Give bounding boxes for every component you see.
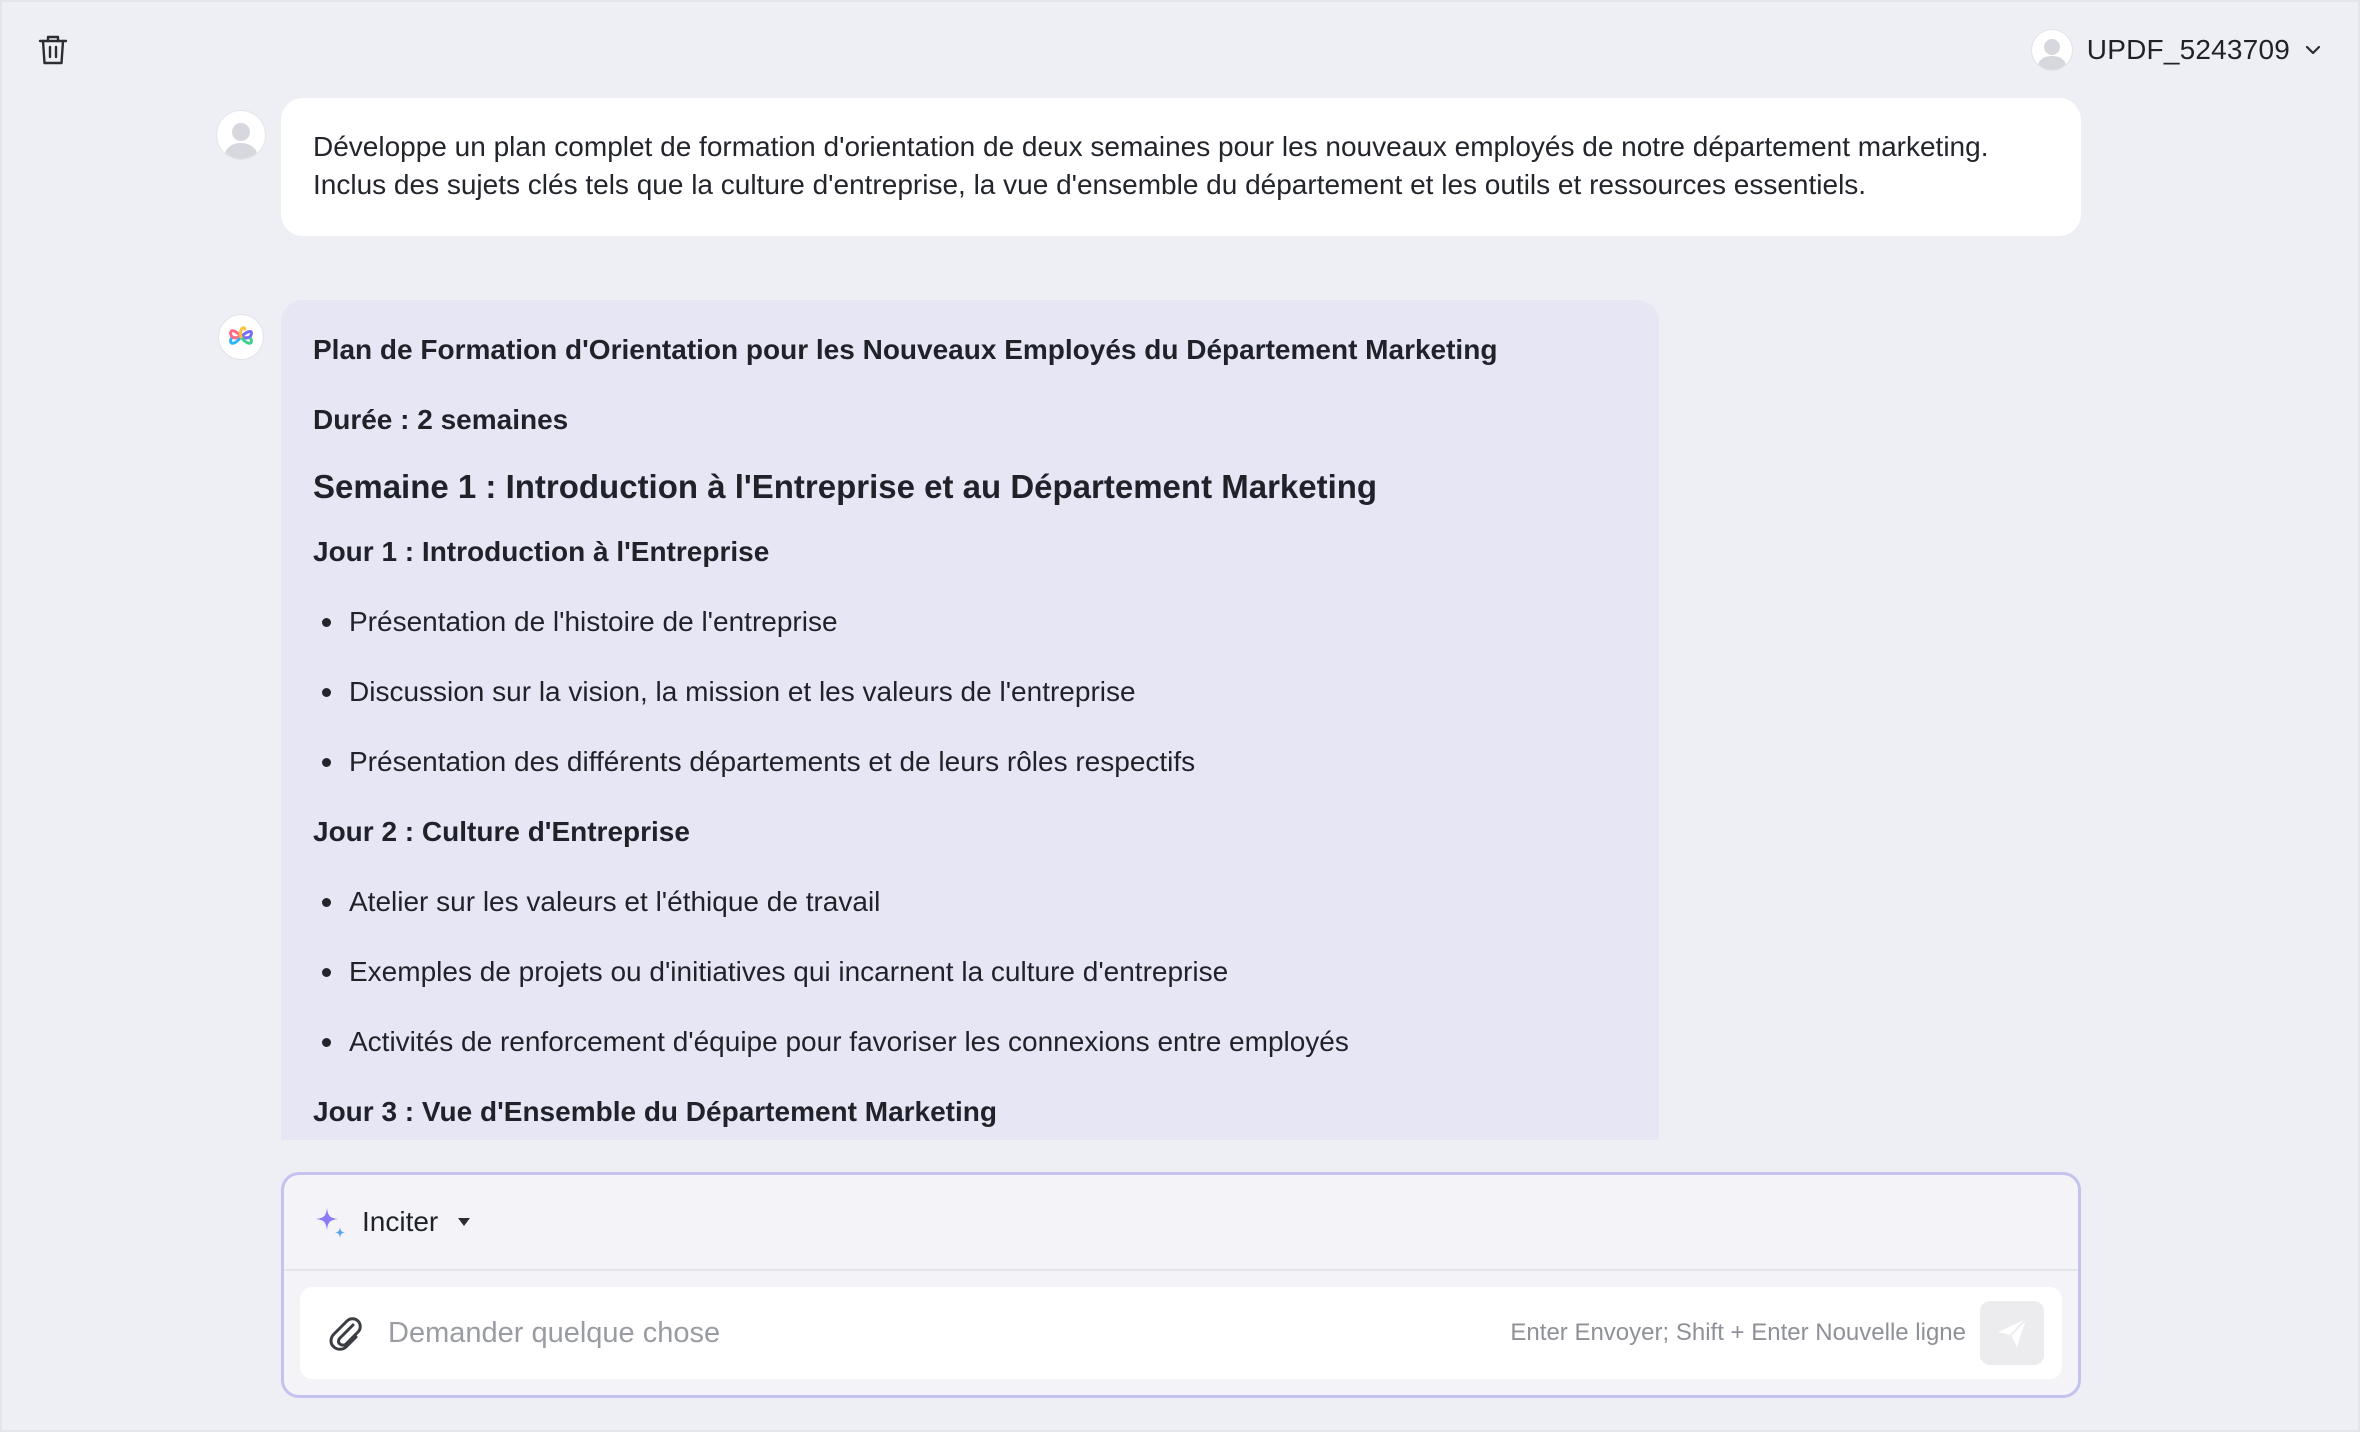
list-item: Discussion sur la vision, la mission et … (313, 672, 1627, 712)
prompt-dropdown[interactable]: Inciter (314, 1205, 471, 1239)
day-list: Atelier sur les valeurs et l'éthique de … (313, 882, 1627, 1062)
user-message-line: Inclus des sujets clés tels que la cultu… (313, 169, 1867, 200)
chevron-down-icon (2305, 45, 2321, 55)
send-icon (1998, 1318, 2027, 1347)
list-item: Activités de renforcement d'équipe pour … (313, 1022, 1627, 1062)
day-heading: Jour 3 : Vue d'Ensemble du Département M… (313, 1096, 997, 1127)
user-message-line: Développe un plan complet de formation d… (313, 131, 1989, 162)
user-avatar-icon (216, 110, 266, 160)
input-row: Enter Envoyer; Shift + Enter Nouvelle li… (300, 1287, 2062, 1379)
week-heading: Semaine 1 : Introduction à l'Entreprise … (313, 468, 1378, 505)
day-heading: Jour 1 : Introduction à l'Entreprise (313, 536, 770, 567)
paperclip-icon[interactable] (326, 1313, 366, 1353)
list-item: Présentation de l'histoire de l'entrepri… (313, 602, 1627, 642)
ai-message: Plan de Formation d'Orientation pour les… (281, 300, 1659, 1140)
day-list: Présentation de l'histoire de l'entrepri… (313, 602, 1627, 782)
day-heading: Jour 2 : Culture d'Entreprise (313, 816, 690, 847)
list-item: Atelier sur les valeurs et l'éthique de … (313, 882, 1627, 922)
send-button[interactable] (1980, 1301, 2044, 1365)
message-input[interactable] (388, 1316, 1511, 1350)
response-duration: Durée : 2 semaines (313, 404, 569, 435)
list-item: Exemples de projets ou d'initiatives qui… (313, 952, 1627, 992)
sparkle-icon (316, 1208, 345, 1238)
avatar-icon (2030, 29, 2073, 71)
username: UPDF_5243709 (2086, 34, 2290, 65)
list-item: Présentation des différents départements… (313, 742, 1627, 782)
prompt-toolbar: Inciter (284, 1175, 2078, 1271)
trash-icon[interactable] (38, 34, 68, 66)
user-menu[interactable]: UPDF_5243709 (2030, 26, 2322, 74)
composer: Inciter Enter Envoyer; Shift + Enter Nou… (281, 1172, 2081, 1398)
ai-logo-icon (218, 314, 264, 360)
caret-down-icon (458, 1218, 471, 1226)
prompt-label: Inciter (362, 1206, 439, 1237)
user-message: Développe un plan complet de formation d… (281, 98, 2081, 236)
keyboard-hint: Enter Envoyer; Shift + Enter Nouvelle li… (1510, 1319, 1966, 1346)
response-title: Plan de Formation d'Orientation pour les… (313, 334, 1498, 365)
app-window: UPDF_5243709 Développe un plan complet d… (0, 0, 2360, 1432)
